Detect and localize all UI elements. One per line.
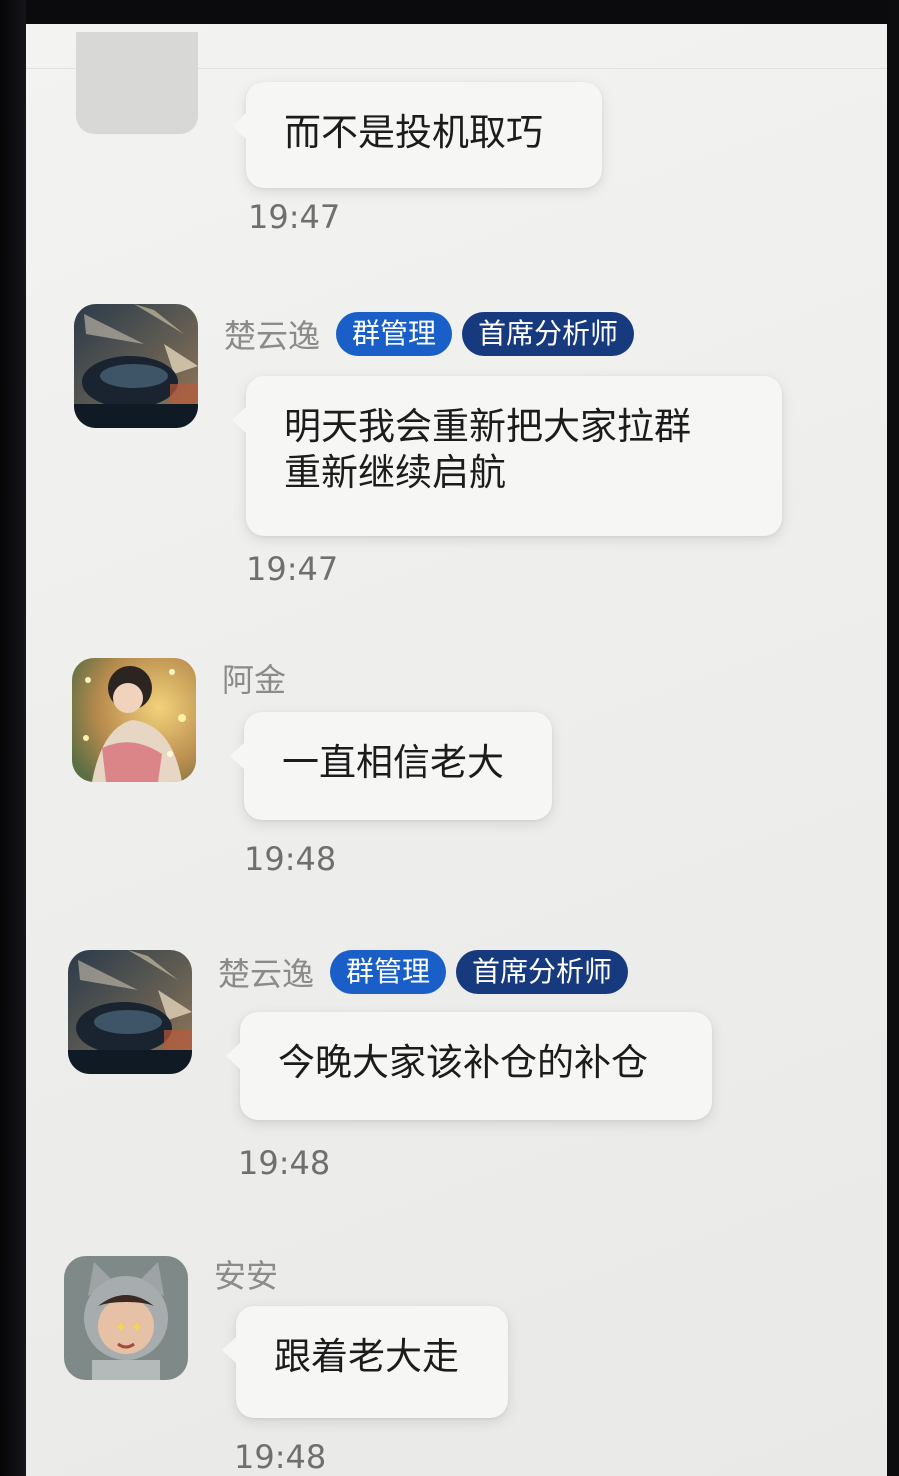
sender-name[interactable]: 安安 — [214, 1251, 278, 1297]
message-time: 19:48 — [238, 1144, 331, 1182]
car-avatar[interactable] — [74, 304, 198, 428]
cat-hood-child-avatar[interactable]: ✦ ✦ — [64, 1256, 188, 1380]
message-text-line: 重新继续启航 — [284, 451, 506, 494]
badge-chief-analyst: 首席分析师 — [462, 312, 635, 356]
message-text: 今晚大家该补仓的补仓 — [278, 1041, 648, 1084]
girl-avatar[interactable] — [72, 658, 196, 782]
svg-text:✦: ✦ — [115, 1320, 127, 1336]
cat-hood-child-avatar-image: ✦ ✦ — [64, 1256, 188, 1380]
device-frame-left — [0, 0, 26, 1476]
message-text-line: 明天我会重新把大家拉群 — [284, 405, 691, 448]
message-bubble[interactable]: 而不是投机取巧 — [232, 82, 602, 188]
device-frame-top — [0, 0, 899, 24]
sender-name[interactable]: 楚云逸 — [224, 311, 320, 357]
message-time: 19:48 — [244, 840, 337, 878]
badge-group-admin: 群管理 — [330, 950, 447, 994]
car-avatar-image — [68, 950, 192, 1074]
message-bubble[interactable]: 今晚大家该补仓的补仓 — [226, 1012, 712, 1120]
device-frame-right — [887, 0, 899, 1476]
car-avatar-image — [74, 304, 198, 428]
sender-line: 楚云逸 群管理 首席分析师 — [224, 311, 635, 357]
chat-screen[interactable]: 而不是投机取巧 19:47 楚云逸 群管理 首席分析师 明天我会重新把大家拉群 … — [26, 24, 887, 1476]
avatar-placeholder[interactable] — [76, 32, 198, 134]
message-text: 而不是投机取巧 — [284, 111, 543, 154]
message-time: 19:47 — [246, 550, 339, 588]
svg-text:✦: ✦ — [131, 1320, 143, 1336]
sender-line: 阿金 — [222, 656, 292, 700]
sender-line: 安安 — [214, 1252, 284, 1296]
car-avatar[interactable] — [68, 950, 192, 1074]
message-time: 19:47 — [248, 198, 341, 236]
message-bubble[interactable]: 跟着老大走 — [222, 1306, 508, 1418]
girl-avatar-image — [72, 658, 196, 782]
badge-group-admin: 群管理 — [336, 312, 453, 356]
badge-chief-analyst: 首席分析师 — [456, 950, 629, 994]
message-bubble[interactable]: 明天我会重新把大家拉群 重新继续启航 — [232, 376, 782, 536]
sender-name[interactable]: 楚云逸 — [218, 949, 314, 995]
message-text: 一直相信老大 — [282, 741, 504, 784]
sender-line: 楚云逸 群管理 首席分析师 — [218, 949, 629, 995]
sender-name[interactable]: 阿金 — [222, 655, 286, 701]
message-text: 跟着老大走 — [274, 1335, 459, 1378]
message-time: 19:48 — [234, 1438, 327, 1476]
message-bubble[interactable]: 一直相信老大 — [230, 712, 552, 820]
